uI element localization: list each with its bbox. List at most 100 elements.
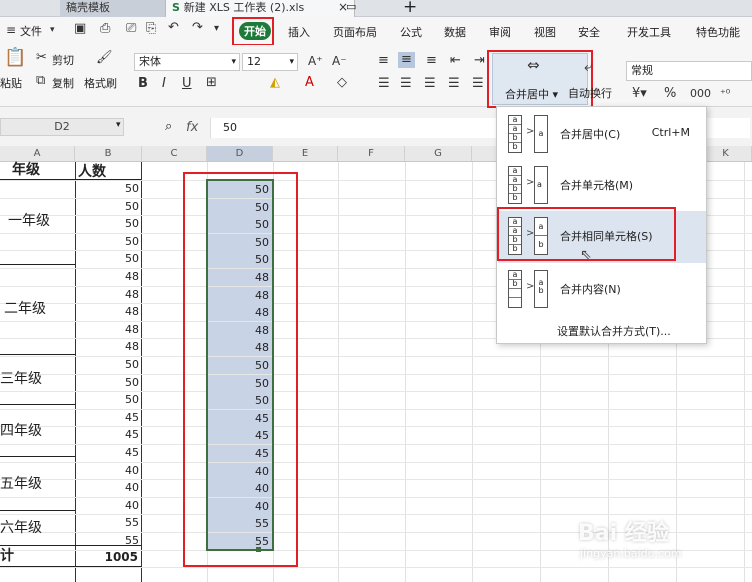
- auto-wrap-icon[interactable]: ⤶: [584, 59, 592, 74]
- count-cell[interactable]: 48: [75, 270, 141, 283]
- save-icon[interactable]: ▣: [74, 22, 86, 36]
- menu-item-merge-center[interactable]: aabb > a 合并居中(C) Ctrl+M: [498, 109, 706, 159]
- col-header-d[interactable]: D: [207, 146, 273, 162]
- menu-view[interactable]: 视图: [534, 24, 556, 40]
- menu-special[interactable]: 特色功能: [696, 24, 740, 40]
- count-cell[interactable]: 50: [75, 182, 141, 195]
- menu-developer[interactable]: 开发工具: [627, 24, 671, 40]
- col-header-c[interactable]: C: [142, 146, 207, 162]
- font-size-select[interactable]: 12 ▾: [242, 53, 298, 71]
- col-header-f[interactable]: F: [338, 146, 405, 162]
- clear-format-icon[interactable]: ◇: [337, 76, 347, 90]
- align-top-icon[interactable]: ≡: [378, 54, 389, 68]
- count-cell[interactable]: 50: [75, 393, 141, 406]
- col-header-h[interactable]: [472, 146, 498, 162]
- italic-icon[interactable]: I: [162, 77, 166, 91]
- grade-2[interactable]: 二年级: [0, 300, 75, 318]
- count-cell[interactable]: 50: [75, 376, 141, 389]
- grade-3[interactable]: 三年级: [0, 370, 75, 388]
- menu-formulas[interactable]: 公式: [400, 24, 422, 40]
- decrease-font-icon[interactable]: A⁻: [332, 54, 347, 68]
- align-right-icon[interactable]: ☰: [424, 77, 436, 91]
- align-center-icon[interactable]: ☰: [400, 77, 412, 91]
- header-grade[interactable]: 年级: [0, 161, 75, 179]
- fx-icon[interactable]: fx: [186, 120, 198, 135]
- increase-font-icon[interactable]: A⁺: [308, 54, 323, 68]
- menu-insert[interactable]: 插入: [288, 24, 310, 40]
- count-cell[interactable]: 48: [75, 340, 141, 353]
- align-bottom-icon[interactable]: ≡: [426, 54, 437, 68]
- align-middle-icon[interactable]: ≡: [398, 52, 415, 68]
- hamburger-icon[interactable]: ≡: [6, 23, 16, 37]
- count-cell[interactable]: 45: [75, 411, 141, 424]
- justify-icon[interactable]: ☰: [448, 77, 460, 91]
- distribute-icon[interactable]: ☰: [472, 77, 484, 91]
- fill-color-icon[interactable]: ◭: [270, 76, 280, 90]
- count-cell[interactable]: 48: [75, 323, 141, 336]
- col-header-k[interactable]: K: [700, 146, 752, 162]
- name-box[interactable]: D2: [0, 118, 124, 136]
- thousand-sep-icon[interactable]: 000: [690, 87, 711, 101]
- indent-decrease-icon[interactable]: ⇤: [450, 54, 461, 68]
- print-preview-icon[interactable]: ⎚: [126, 22, 136, 36]
- number-format-select[interactable]: 常规: [626, 61, 752, 81]
- menu-item-merge-cells[interactable]: aabb > a 合并单元格(M): [498, 160, 706, 210]
- monitor-icon[interactable]: ▭: [346, 0, 356, 13]
- zoom-icon[interactable]: ⌕: [165, 119, 172, 134]
- paste-quick-icon[interactable]: ⎘: [146, 22, 156, 36]
- font-name-select[interactable]: 宋体 ▾: [134, 53, 240, 71]
- new-tab-button[interactable]: +: [403, 0, 417, 17]
- font-color-icon[interactable]: A: [305, 76, 314, 90]
- menu-security[interactable]: 安全: [578, 24, 600, 40]
- grade-6[interactable]: 六年级: [0, 519, 75, 537]
- menu-data[interactable]: 数据: [444, 24, 466, 40]
- count-cell[interactable]: 48: [75, 288, 141, 301]
- undo-icon[interactable]: ↶: [168, 21, 179, 35]
- col-header-e[interactable]: E: [273, 146, 338, 162]
- auto-wrap-label[interactable]: 自动换行: [568, 85, 612, 101]
- align-left-icon[interactable]: ☰: [378, 77, 390, 91]
- paste-label[interactable]: 粘贴: [0, 75, 22, 91]
- count-cell[interactable]: 40: [75, 499, 141, 512]
- tab-workbook[interactable]: S 新建 XLS 工作表 (2).xls ×: [165, 0, 355, 17]
- total-label[interactable]: 计: [0, 547, 75, 565]
- format-painter-label[interactable]: 格式刷: [84, 75, 117, 91]
- header-count[interactable]: 人数: [78, 161, 106, 181]
- grade-4[interactable]: 四年级: [0, 422, 75, 440]
- copy-icon[interactable]: ⧉: [36, 74, 45, 88]
- col-header-g[interactable]: G: [405, 146, 472, 162]
- count-cell[interactable]: 50: [75, 252, 141, 265]
- count-cell[interactable]: 55: [75, 516, 141, 529]
- cut-icon[interactable]: ✂: [36, 51, 47, 65]
- print-icon[interactable]: ⎙: [100, 22, 110, 36]
- grade-5[interactable]: 五年级: [0, 475, 75, 493]
- decimal-icon[interactable]: ⁺⁰: [720, 87, 730, 101]
- border-icon[interactable]: ⊞: [206, 76, 217, 90]
- percent-icon[interactable]: %: [664, 87, 676, 101]
- menu-item-default-merge[interactable]: 设置默认合并方式(T)...: [557, 323, 671, 339]
- file-dropdown-icon[interactable]: ▾: [50, 23, 55, 37]
- indent-increase-icon[interactable]: ⇥: [474, 54, 485, 68]
- col-header-b[interactable]: B: [75, 146, 142, 162]
- count-cell[interactable]: 45: [75, 446, 141, 459]
- customize-icon[interactable]: ▾: [214, 22, 219, 36]
- count-cell[interactable]: 50: [75, 358, 141, 371]
- copy-label[interactable]: 复制: [52, 75, 74, 91]
- bold-icon[interactable]: B: [138, 77, 148, 91]
- format-painter-icon[interactable]: 🖌: [96, 51, 113, 65]
- count-cell[interactable]: 48: [75, 305, 141, 318]
- menu-page-layout[interactable]: 页面布局: [333, 24, 377, 40]
- count-cell[interactable]: 50: [75, 200, 141, 213]
- paste-icon[interactable]: 📋: [4, 49, 26, 67]
- menu-file[interactable]: 文件: [20, 23, 42, 39]
- count-cell[interactable]: 40: [75, 481, 141, 494]
- menu-item-merge-content[interactable]: ab > ab 合并内容(N): [498, 264, 706, 314]
- currency-icon[interactable]: ¥▾: [632, 87, 647, 101]
- count-cell[interactable]: 50: [75, 235, 141, 248]
- redo-icon[interactable]: ↷: [192, 21, 203, 35]
- grade-1[interactable]: 一年级: [0, 212, 75, 230]
- count-cell[interactable]: 45: [75, 428, 141, 441]
- tab-template[interactable]: 稿壳模板: [60, 0, 165, 17]
- cut-label[interactable]: 剪切: [52, 52, 74, 68]
- underline-icon[interactable]: U: [182, 77, 192, 91]
